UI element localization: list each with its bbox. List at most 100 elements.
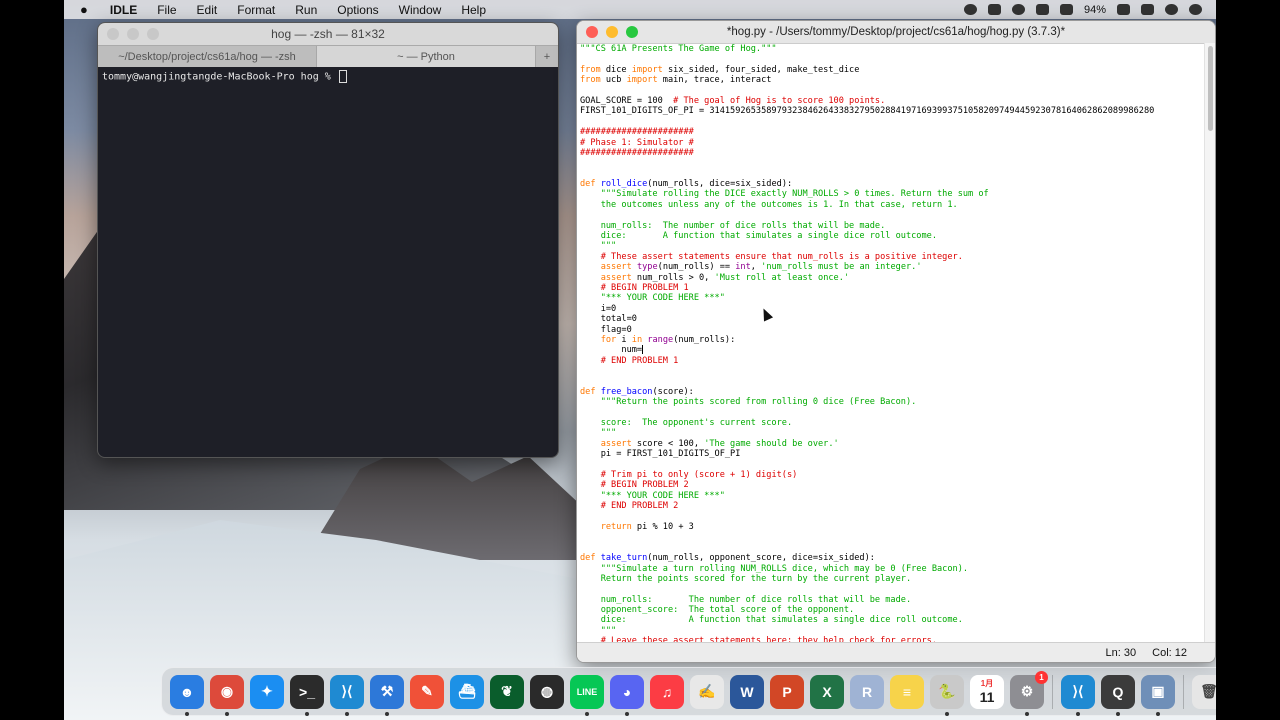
trash-icon[interactable]: 🗑: [1192, 674, 1216, 709]
vertical-scrollbar[interactable]: [1204, 43, 1215, 643]
code-line[interactable]: # END PROBLEM 1: [580, 356, 1202, 366]
docker-icon[interactable]: ⛴: [450, 674, 484, 709]
menu-edit[interactable]: Edit: [187, 3, 228, 17]
siri-icon[interactable]: [1165, 4, 1178, 15]
code-line[interactable]: # These assert statements ensure that nu…: [580, 252, 1202, 262]
code-line[interactable]: [580, 86, 1202, 96]
safari-icon[interactable]: ✦: [250, 674, 284, 709]
code-line[interactable]: # Trim pi to only (score + 1) digit(s): [580, 470, 1202, 480]
code-line[interactable]: [580, 512, 1202, 522]
code-line[interactable]: num_rolls: The number of dice rolls that…: [580, 221, 1202, 231]
new-tab-button[interactable]: +: [536, 46, 558, 67]
record-icon[interactable]: [963, 4, 977, 15]
code-line[interactable]: [580, 169, 1202, 179]
code-line[interactable]: # END PROBLEM 2: [580, 501, 1202, 511]
code-line[interactable]: Return the points scored for the turn by…: [580, 574, 1202, 584]
terminal-titlebar[interactable]: hog — -zsh — 81×32: [98, 23, 558, 45]
code-line[interactable]: the outcomes unless any of the outcomes …: [580, 200, 1202, 210]
notification-icon[interactable]: [1189, 4, 1202, 15]
apple-menu-icon[interactable]: ●: [64, 2, 100, 17]
menu-file[interactable]: File: [147, 3, 186, 17]
code-line[interactable]: num=: [580, 345, 1202, 355]
code-line[interactable]: [580, 210, 1202, 220]
code-line[interactable]: [580, 584, 1202, 594]
battery-icon[interactable]: [1059, 4, 1073, 15]
code-line[interactable]: [580, 460, 1202, 470]
code-line[interactable]: def free_bacon(score):: [580, 387, 1202, 397]
preview-icon[interactable]: ▣: [1141, 674, 1175, 716]
code-line[interactable]: total=0: [580, 314, 1202, 324]
code-line[interactable]: dice: A function that simulates a single…: [580, 231, 1202, 241]
line-icon[interactable]: LINE: [570, 674, 604, 716]
code-line[interactable]: ######################: [580, 148, 1202, 158]
code-line[interactable]: assert type(num_rolls) == int, 'num_roll…: [580, 262, 1202, 272]
code-line[interactable]: # BEGIN PROBLEM 1: [580, 283, 1202, 293]
code-line[interactable]: FIRST_101_DIGITS_OF_PI = 314159265358979…: [580, 106, 1202, 116]
code-line[interactable]: for i in range(num_rolls):: [580, 335, 1202, 345]
idle-titlebar[interactable]: *hog.py - /Users/tommy/Desktop/project/c…: [577, 21, 1215, 44]
code-line[interactable]: score: The opponent's current score.: [580, 418, 1202, 428]
play-icon[interactable]: [1011, 4, 1025, 15]
code-line[interactable]: pi = FIRST_101_DIGITS_OF_PI: [580, 449, 1202, 459]
terminal-output[interactable]: tommy@wangjingtangde-MacBook-Pro hog %: [98, 67, 558, 86]
word-icon[interactable]: W: [730, 674, 764, 709]
cloud-icon[interactable]: [987, 4, 1001, 15]
menu-run[interactable]: Run: [285, 3, 327, 17]
music-icon[interactable]: ♫: [650, 674, 684, 709]
vscode-icon[interactable]: ⟩⟨: [330, 674, 364, 716]
code-line[interactable]: dice: A function that simulates a single…: [580, 615, 1202, 625]
wifi-icon[interactable]: [1117, 4, 1130, 15]
code-line[interactable]: flag=0: [580, 325, 1202, 335]
code-line[interactable]: """: [580, 428, 1202, 438]
code-line[interactable]: from dice import six_sided, four_sided, …: [580, 65, 1202, 75]
excel-icon[interactable]: X: [810, 674, 844, 709]
quicktime-icon[interactable]: Q: [1101, 674, 1135, 716]
code-line[interactable]: def roll_dice(num_rolls, dice=six_sided)…: [580, 179, 1202, 189]
code-line[interactable]: from ucb import main, trace, interact: [580, 75, 1202, 85]
finder-icon[interactable]: ☻: [170, 674, 204, 716]
code-line[interactable]: assert num_rolls > 0, 'Must roll at leas…: [580, 273, 1202, 283]
code-line[interactable]: """Simulate a turn rolling NUM_ROLLS dic…: [580, 564, 1202, 574]
code-line[interactable]: [580, 408, 1202, 418]
xcode-icon[interactable]: ⚒: [370, 674, 404, 716]
code-line[interactable]: # BEGIN PROBLEM 2: [580, 480, 1202, 490]
wechat-icon[interactable]: ◍: [530, 674, 564, 709]
code-line[interactable]: [580, 532, 1202, 542]
code-line[interactable]: [580, 366, 1202, 376]
code-line[interactable]: """: [580, 241, 1202, 251]
code-line[interactable]: """Simulate rolling the DICE exactly NUM…: [580, 189, 1202, 199]
menu-options[interactable]: Options: [327, 3, 388, 17]
textedit-icon[interactable]: ✍: [690, 674, 724, 709]
code-line[interactable]: "*** YOUR CODE HERE ***": [580, 293, 1202, 303]
bluetooth-icon[interactable]: [1035, 4, 1049, 15]
powerpoint-icon[interactable]: P: [770, 674, 804, 709]
code-line[interactable]: [580, 377, 1202, 387]
code-line[interactable]: num_rolls: The number of dice rolls that…: [580, 595, 1202, 605]
tab-python[interactable]: ~ — Python: [317, 46, 536, 67]
app-menu[interactable]: IDLE: [100, 3, 147, 17]
code-line[interactable]: GOAL_SCORE = 100 # The goal of Hog is to…: [580, 96, 1202, 106]
notes-icon[interactable]: ≡: [890, 674, 924, 709]
code-line[interactable]: [580, 158, 1202, 168]
menu-help[interactable]: Help: [451, 3, 496, 17]
terminal-icon[interactable]: >_: [290, 674, 324, 716]
python-launcher-icon[interactable]: 🐍: [930, 674, 964, 716]
code-line[interactable]: [580, 543, 1202, 553]
code-line[interactable]: """: [580, 626, 1202, 636]
vscode-icon[interactable]: ⟩⟨: [1061, 674, 1095, 716]
code-line[interactable]: def take_turn(num_rolls, opponent_score,…: [580, 553, 1202, 563]
code-line[interactable]: opponent_score: The total score of the o…: [580, 605, 1202, 615]
code-line[interactable]: """Return the points scored from rolling…: [580, 397, 1202, 407]
code-editor[interactable]: """CS 61A Presents The Game of Hog.""" fr…: [577, 43, 1205, 643]
code-line[interactable]: # Phase 1: Simulator #: [580, 138, 1202, 148]
menu-window[interactable]: Window: [389, 3, 452, 17]
system-preferences-icon[interactable]: ⚙ 1: [1010, 670, 1048, 716]
code-line[interactable]: "*** YOUR CODE HERE ***": [580, 491, 1202, 501]
menu-format[interactable]: Format: [227, 3, 285, 17]
r-icon[interactable]: R: [850, 674, 884, 709]
calendar-icon[interactable]: 1月 11: [970, 674, 1004, 709]
control-center-icon[interactable]: [1141, 4, 1154, 15]
chrome-icon[interactable]: ◉: [210, 674, 244, 716]
code-line[interactable]: ######################: [580, 127, 1202, 137]
code-line[interactable]: assert score < 100, 'The game should be …: [580, 439, 1202, 449]
